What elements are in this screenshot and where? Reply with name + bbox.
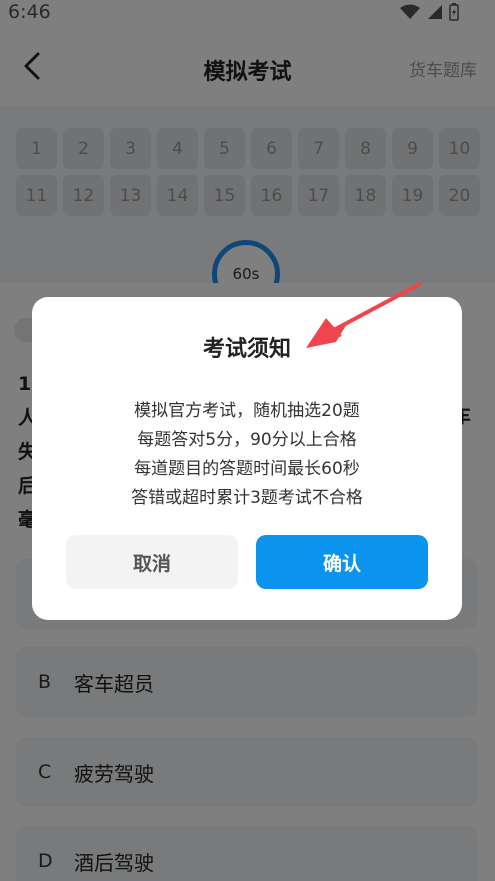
dialog-line: 每题答对5分，90分以上合格 <box>137 430 357 450</box>
dialog-line: 模拟官方考试，随机抽选20题 <box>134 401 360 421</box>
annotation-arrow-icon <box>306 282 422 348</box>
dialog-line: 每道题目的答题时间最长60秒 <box>134 459 360 479</box>
dialog-body: 模拟官方考试，随机抽选20题 每题答对5分，90分以上合格 每道题目的答题时间最… <box>32 397 462 513</box>
dialog-line: 答错或超时累计3题考试不合格 <box>131 488 363 508</box>
cancel-button[interactable]: 取消 <box>66 535 238 589</box>
confirm-button[interactable]: 确认 <box>256 535 428 589</box>
